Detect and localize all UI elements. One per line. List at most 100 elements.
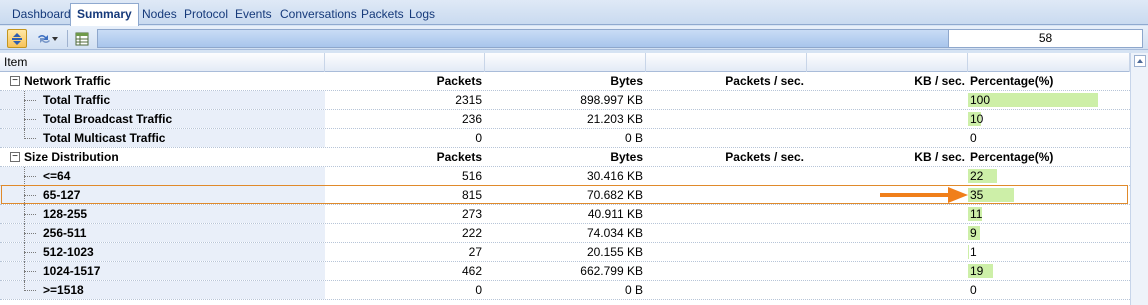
grid-header: Item xyxy=(0,53,1130,72)
collapse-toggle-icon[interactable]: − xyxy=(10,76,20,86)
refresh-options-icon xyxy=(38,34,50,43)
refresh-options-button[interactable] xyxy=(31,29,63,48)
packets-value: 2315 xyxy=(455,93,482,107)
column-header-item[interactable]: Item xyxy=(0,53,325,72)
progress-fill xyxy=(98,30,948,47)
tree-branch xyxy=(24,119,36,120)
header-bytes: Bytes xyxy=(610,150,643,164)
percentage-value: 0 xyxy=(970,131,977,145)
percentage-bar xyxy=(968,245,969,259)
column-header-5[interactable] xyxy=(807,53,968,72)
header-percentage: Percentage(%) xyxy=(970,74,1054,88)
table-row[interactable]: 512-1023 27 20.155 KB 1 xyxy=(0,243,1130,262)
tree-branch xyxy=(24,252,36,253)
column-header-3[interactable] xyxy=(485,53,646,72)
row-name: 1024-1517 xyxy=(43,264,101,278)
tree-branch xyxy=(24,176,36,177)
tab-dashboard[interactable]: Dashboard xyxy=(6,4,77,25)
tree-branch xyxy=(24,290,36,291)
row-name: Total Broadcast Traffic xyxy=(43,112,173,126)
vertical-scrollbar[interactable] xyxy=(1130,53,1148,305)
column-header-2[interactable] xyxy=(325,53,485,72)
table-row[interactable]: Total Broadcast Traffic 236 21.203 KB 10 xyxy=(0,110,1130,129)
view-table-button[interactable] xyxy=(72,29,92,48)
header-packets: Packets xyxy=(436,74,482,88)
percentage-value: 10 xyxy=(970,112,984,126)
bytes-value: 20.155 KB xyxy=(586,245,643,259)
header-kb-per-sec: KB / sec. xyxy=(914,74,965,88)
percentage-value: 22 xyxy=(970,169,984,183)
header-packets-per-sec: Packets / sec. xyxy=(725,74,804,88)
tab-packets[interactable]: Packets xyxy=(355,4,410,25)
tab-protocol[interactable]: Protocol xyxy=(178,4,234,25)
packets-value: 516 xyxy=(461,169,482,183)
table-row[interactable]: Total Traffic 2315 898.997 KB 100 xyxy=(0,91,1130,110)
pointer-arrow-icon xyxy=(880,187,968,203)
percentage-value: 1 xyxy=(970,245,977,259)
packets-value: 273 xyxy=(461,207,482,221)
tab-conversations[interactable]: Conversations xyxy=(274,4,363,25)
collapse-toggle-icon[interactable]: − xyxy=(10,152,20,162)
percentage-value: 0 xyxy=(970,283,977,297)
bytes-value: 21.203 KB xyxy=(586,112,643,126)
bytes-value: 0 B xyxy=(624,283,643,297)
packets-value: 0 xyxy=(475,283,482,297)
percentage-value: 19 xyxy=(970,264,984,278)
tree-branch xyxy=(24,138,36,139)
dropdown-icon xyxy=(52,36,58,41)
progress-bar: 58 xyxy=(97,29,1143,48)
header-bytes: Bytes xyxy=(610,74,643,88)
tree-branch xyxy=(24,214,36,215)
tree-branch xyxy=(24,233,36,234)
table-row[interactable]: Total Multicast Traffic 0 0 B 0 xyxy=(0,129,1130,148)
percentage-value: 100 xyxy=(970,93,991,107)
bytes-value: 30.416 KB xyxy=(586,169,643,183)
row-name: 256-511 xyxy=(43,226,87,240)
progress-value: 58 xyxy=(1038,31,1053,45)
bytes-value: 662.799 KB xyxy=(580,264,643,278)
scroll-up-icon[interactable] xyxy=(1134,55,1146,67)
row-name: 128-255 xyxy=(43,207,88,221)
tab-summary[interactable]: Summary xyxy=(70,3,139,26)
row-name: 512-1023 xyxy=(43,245,94,259)
tab-events[interactable]: Events xyxy=(229,4,278,25)
table-row[interactable]: 128-255 273 40.911 KB 11 xyxy=(0,205,1130,224)
header-percentage: Percentage(%) xyxy=(970,150,1054,164)
bytes-value: 0 B xyxy=(624,131,643,145)
table-row[interactable]: >=1518 0 0 B 0 xyxy=(0,281,1130,300)
tree-branch xyxy=(24,271,36,272)
header-packets-per-sec: Packets / sec. xyxy=(725,150,804,164)
column-header-6[interactable] xyxy=(968,53,1130,72)
expand-collapse-icon xyxy=(12,32,22,45)
header-kb-per-sec: KB / sec. xyxy=(914,150,965,164)
packets-value: 0 xyxy=(475,131,482,145)
tab-bar: Dashboard Summary Nodes Protocol Events … xyxy=(0,0,1148,26)
group-row[interactable]: − Network Traffic Packets Bytes Packets / se… xyxy=(0,72,1130,91)
packets-value: 462 xyxy=(461,264,482,278)
bytes-value: 40.911 KB xyxy=(587,207,643,221)
group-row[interactable]: − Size Distribution Packets Bytes Packets / … xyxy=(0,148,1130,167)
toolbar: 58 xyxy=(0,26,1148,50)
percentage-value: 9 xyxy=(970,226,977,240)
summary-grid: Item − Network Traffic Packets Bytes Packets… xyxy=(0,53,1130,305)
expand-collapse-button[interactable] xyxy=(7,29,27,48)
view-table-icon xyxy=(75,32,89,45)
group-label: Size Distribution xyxy=(24,150,119,164)
row-name: <=64 xyxy=(43,169,71,183)
packets-value: 27 xyxy=(468,245,482,259)
bytes-value: 898.997 KB xyxy=(580,93,643,107)
packets-value: 222 xyxy=(461,226,482,240)
row-name: Total Traffic xyxy=(43,93,111,107)
percentage-value: 11 xyxy=(970,207,983,221)
row-name: >=1518 xyxy=(43,283,84,297)
tree-branch xyxy=(24,100,36,101)
toolbar-separator xyxy=(67,30,68,47)
group-label: Network Traffic xyxy=(24,74,111,88)
tab-logs[interactable]: Logs xyxy=(403,4,441,25)
table-row[interactable]: <=64 516 30.416 KB 22 xyxy=(0,167,1130,186)
table-row[interactable]: 1024-1517 462 662.799 KB 19 xyxy=(0,262,1130,281)
tab-nodes[interactable]: Nodes xyxy=(136,4,183,25)
packets-value: 236 xyxy=(461,112,482,126)
column-header-4[interactable] xyxy=(646,53,807,72)
table-row[interactable]: 256-511 222 74.034 KB 9 xyxy=(0,224,1130,243)
